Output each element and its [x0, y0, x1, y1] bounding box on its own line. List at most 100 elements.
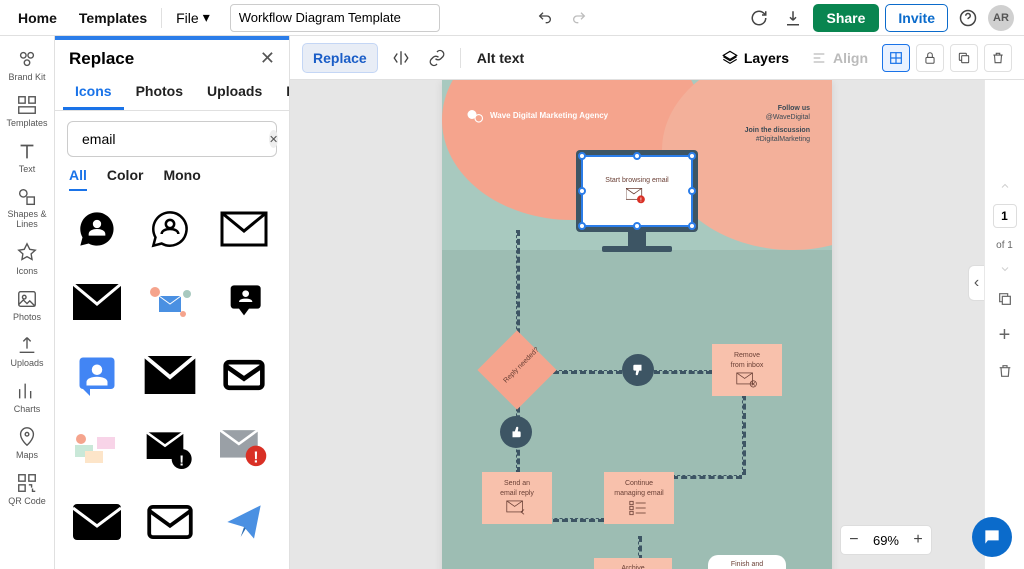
- tab-photos[interactable]: Photos: [124, 73, 195, 110]
- envelope-outline-2-icon[interactable]: [140, 498, 200, 546]
- filter-color[interactable]: Color: [107, 167, 144, 191]
- node-finish[interactable]: Finish and sign out of email: [708, 555, 786, 569]
- resize-handle[interactable]: [578, 222, 586, 230]
- zoom-out-button[interactable]: −: [841, 526, 867, 554]
- delete-page-button[interactable]: [993, 359, 1017, 383]
- file-menu[interactable]: File ▾: [168, 5, 218, 30]
- envelope-bold-outline-icon[interactable]: [214, 351, 274, 399]
- add-page-button[interactable]: +: [993, 323, 1017, 347]
- resize-handle[interactable]: [688, 187, 696, 195]
- close-panel-button[interactable]: ✕: [260, 48, 275, 69]
- tab-logos[interactable]: Logos: [274, 73, 289, 110]
- rail-icons[interactable]: Icons: [0, 236, 54, 282]
- download-button[interactable]: [779, 4, 807, 32]
- chevron-down-icon: ▾: [203, 9, 210, 26]
- rail-charts[interactable]: Charts: [0, 374, 54, 420]
- alt-text-button[interactable]: Alt text: [471, 46, 530, 70]
- help-button[interactable]: [954, 4, 982, 32]
- envelope-filled-3-icon[interactable]: [67, 498, 127, 546]
- zoom-value[interactable]: 69%: [867, 533, 905, 548]
- mail-alert-black-icon[interactable]: !: [140, 425, 200, 473]
- envelope-filled-icon[interactable]: [67, 278, 127, 326]
- connector: [544, 518, 604, 522]
- search-box[interactable]: ✕: [67, 121, 277, 157]
- node-archive[interactable]: Archive newsletters: [594, 558, 672, 569]
- canvas[interactable]: Wave Digital Marketing Agency Follow us …: [290, 80, 984, 569]
- divider: [161, 8, 162, 28]
- chevron-down-icon[interactable]: [998, 263, 1012, 275]
- rail-photos[interactable]: Photos: [0, 282, 54, 328]
- undo-button[interactable]: [531, 4, 559, 32]
- email-collage-color-icon[interactable]: [67, 425, 127, 473]
- node-continue[interactable]: Continue managing email: [604, 472, 674, 524]
- svg-text:!: !: [640, 197, 642, 203]
- context-toolbar: Replace Alt text Layers Align: [290, 36, 1024, 80]
- redo-button[interactable]: [565, 4, 593, 32]
- resize-handle[interactable]: [578, 152, 586, 160]
- tab-uploads[interactable]: Uploads: [195, 73, 274, 110]
- zoom-control: − 69% +: [840, 525, 932, 555]
- invite-button[interactable]: Invite: [885, 4, 948, 32]
- replace-button[interactable]: Replace: [302, 43, 378, 73]
- duplicate-button[interactable]: [950, 44, 978, 72]
- rail-maps[interactable]: Maps: [0, 420, 54, 466]
- chevron-up-icon[interactable]: [998, 180, 1012, 192]
- rail-uploads[interactable]: Uploads: [0, 328, 54, 374]
- link-button[interactable]: [424, 45, 450, 71]
- chat-person-icon-filled[interactable]: [67, 205, 127, 253]
- filter-all[interactable]: All: [69, 167, 87, 191]
- selected-element[interactable]: Start browsing email !: [583, 157, 691, 225]
- resize-handle[interactable]: [688, 222, 696, 230]
- decision-reply-needed[interactable]: Reply needed?: [477, 330, 556, 409]
- resize-handle[interactable]: [578, 187, 586, 195]
- rail-qr[interactable]: QR Code: [0, 466, 54, 512]
- thumbs-down-node[interactable]: [622, 354, 654, 386]
- rail-text[interactable]: Text: [0, 134, 54, 180]
- document-title-input[interactable]: [230, 4, 440, 32]
- top-bar: Home Templates File ▾ Share Invite AR: [0, 0, 1024, 36]
- resize-handle[interactable]: [688, 152, 696, 160]
- envelope-filled-2-icon[interactable]: [140, 351, 200, 399]
- chat-person-bubble-icon[interactable]: [214, 278, 274, 326]
- clear-search-button[interactable]: ✕: [269, 130, 278, 148]
- email-marketing-color-icon[interactable]: [140, 278, 200, 326]
- tab-icons[interactable]: Icons: [63, 73, 124, 110]
- design-page[interactable]: Wave Digital Marketing Agency Follow us …: [442, 80, 832, 569]
- checklist-icon: [629, 500, 649, 516]
- filter-mono[interactable]: Mono: [163, 167, 200, 191]
- node-remove-inbox[interactable]: Remove from inbox: [712, 344, 782, 396]
- envelope-outline-icon[interactable]: [214, 205, 274, 253]
- resize-handle[interactable]: [633, 152, 641, 160]
- chat-person-icon-outline[interactable]: [140, 205, 200, 253]
- home-link[interactable]: Home: [10, 4, 65, 32]
- lock-button[interactable]: [916, 44, 944, 72]
- collapse-pager-button[interactable]: ‹: [968, 265, 984, 301]
- layers-icon: [722, 50, 738, 66]
- zoom-in-button[interactable]: +: [905, 526, 931, 554]
- node-send-reply[interactable]: Send an email reply: [482, 472, 552, 524]
- monitor-graphic[interactable]: Start browsing email !: [576, 150, 698, 252]
- chat-fab[interactable]: [972, 517, 1012, 557]
- search-input[interactable]: [82, 131, 263, 147]
- snap-button[interactable]: [882, 44, 910, 72]
- templates-link[interactable]: Templates: [71, 4, 155, 32]
- rail-templates[interactable]: Templates: [0, 88, 54, 134]
- contact-person-blue-icon[interactable]: [67, 351, 127, 399]
- resize-handle[interactable]: [633, 222, 641, 230]
- mail-alert-gray-icon[interactable]: !: [214, 425, 274, 473]
- layers-button[interactable]: Layers: [714, 46, 797, 70]
- rail-brand-kit[interactable]: Brand Kit: [0, 42, 54, 88]
- delete-button[interactable]: [984, 44, 1012, 72]
- thumbs-up-node[interactable]: [500, 416, 532, 448]
- copy-page-button[interactable]: [993, 287, 1017, 311]
- rail-shapes[interactable]: Shapes & Lines: [0, 180, 54, 236]
- flip-button[interactable]: [388, 45, 414, 71]
- social-callout[interactable]: Follow us @WaveDigital Join the discussi…: [745, 104, 810, 144]
- sync-icon[interactable]: [745, 4, 773, 32]
- user-avatar[interactable]: AR: [988, 5, 1014, 31]
- reply-mail-icon: [506, 500, 528, 516]
- current-page[interactable]: 1: [993, 204, 1017, 228]
- paper-plane-blue-icon[interactable]: [214, 498, 274, 546]
- agency-logo[interactable]: Wave Digital Marketing Agency: [466, 108, 608, 124]
- share-button[interactable]: Share: [813, 4, 880, 32]
